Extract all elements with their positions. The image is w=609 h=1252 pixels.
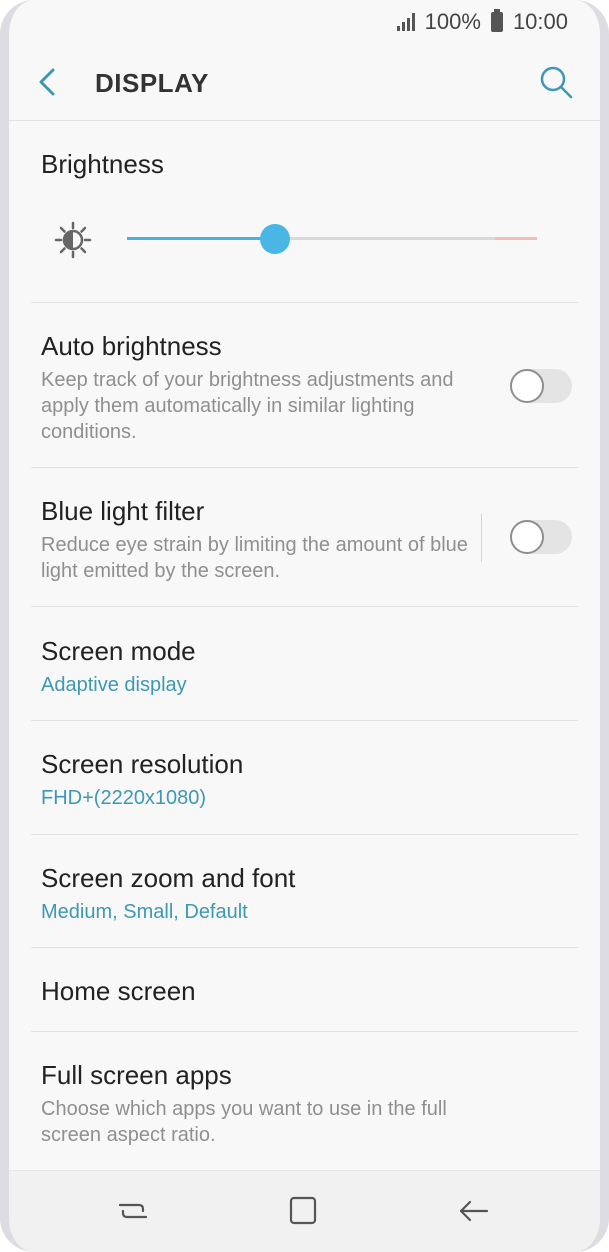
signal-icon (396, 13, 415, 31)
screen-mode-value: Adaptive display (41, 674, 187, 696)
screen-zoom-value: Medium, Small, Default (41, 901, 248, 923)
screen-zoom-row[interactable]: Screen zoom and font Medium, Small, Defa… (31, 835, 578, 948)
navigation-bar (9, 1170, 600, 1252)
full-screen-apps-row[interactable]: Full screen apps Choose which apps you w… (31, 1032, 578, 1171)
screen-resolution-value: FHD+(2220x1080) (41, 787, 207, 809)
battery-percent: 100% (424, 9, 481, 34)
slider-high-range (495, 237, 537, 240)
blue-light-filter-description: Reduce eye strain by limiting the amount… (41, 534, 468, 582)
full-screen-apps-description: Choose which apps you want to use in the… (41, 1098, 447, 1146)
slider-fill (127, 237, 275, 240)
page-title: DISPLAY (95, 68, 209, 98)
app-bar: DISPLAY (9, 44, 600, 121)
blue-light-filter-title: Blue light filter (41, 496, 205, 526)
back-icon[interactable] (455, 1193, 491, 1229)
auto-brightness-title: Auto brightness (41, 331, 222, 361)
phone-screen: 100% 10:00 DISPLAY Brightness Auto brigh… (0, 0, 609, 1252)
back-arrow-icon[interactable] (31, 64, 67, 100)
screen-resolution-title: Screen resolution (41, 749, 244, 779)
auto-brightness-description: Keep track of your brightness adjustment… (41, 369, 454, 443)
slider-thumb[interactable] (259, 224, 290, 254)
home-screen-title: Home screen (41, 976, 196, 1006)
screen-mode-title: Screen mode (41, 636, 196, 666)
status-bar: 100% 10:00 (9, 0, 600, 44)
auto-brightness-toggle[interactable] (510, 369, 572, 403)
full-screen-apps-title: Full screen apps (41, 1060, 232, 1090)
home-icon[interactable] (285, 1193, 321, 1229)
battery-icon (490, 9, 503, 32)
screen-resolution-row[interactable]: Screen resolution FHD+(2220x1080) (31, 721, 578, 835)
screen-zoom-title: Screen zoom and font (41, 863, 296, 893)
clock: 10:00 (512, 9, 568, 34)
screen-mode-row[interactable]: Screen mode Adaptive display (31, 607, 578, 721)
brightness-slider[interactable] (127, 223, 537, 254)
brightness-icon (53, 220, 93, 260)
blue-light-filter-row[interactable]: Blue light filter Reduce eye strain by l… (31, 468, 578, 607)
search-icon[interactable] (538, 64, 574, 100)
brightness-label: Brightness (41, 149, 164, 179)
brightness-section: Brightness (31, 122, 578, 303)
recent-apps-icon[interactable] (115, 1193, 151, 1229)
home-screen-row[interactable]: Home screen (31, 948, 578, 1032)
blue-light-filter-toggle[interactable] (510, 520, 572, 554)
divider (481, 514, 482, 562)
auto-brightness-row[interactable]: Auto brightness Keep track of your brigh… (31, 303, 578, 468)
side-button (605, 352, 609, 602)
